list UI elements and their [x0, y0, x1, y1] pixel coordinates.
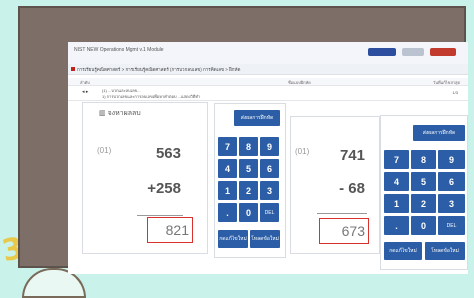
difference-line: [317, 213, 367, 214]
site-title: NIST NEW Operations Mgmt v.1 Module: [74, 47, 164, 53]
prev-next-arrows[interactable]: ◂ ▸: [82, 89, 88, 95]
submit-button[interactable]: ส่งผลการฝึกหัด: [413, 125, 465, 141]
key-3[interactable]: 3: [438, 194, 465, 213]
clear-button[interactable]: กดแก้ไขใหม่: [384, 242, 422, 260]
new-question-button[interactable]: โหลดข้อใหม่: [250, 230, 280, 248]
key-7[interactable]: 7: [384, 150, 409, 169]
col-last-edit: วันที่แก้ไขล่าสุด: [433, 80, 461, 85]
operand-1: 563: [155, 145, 181, 162]
exercise-left-panel: ▥ จงหาผลลบ (01) 563 +258 821: [82, 102, 208, 254]
table-row[interactable]: ◂ ▸ (1) ...บวกและลบเลข... 1) การบวกเลขแล…: [68, 86, 468, 101]
key-5[interactable]: 5: [239, 159, 258, 178]
sum-line: [137, 215, 183, 216]
key-dot[interactable]: .: [218, 203, 237, 222]
header-chip-red[interactable]: [368, 48, 396, 56]
key-1[interactable]: 1: [218, 181, 237, 200]
answer-box[interactable]: 821: [147, 217, 193, 243]
operand-2: +258: [147, 180, 181, 197]
exercise-index: (01): [97, 146, 112, 155]
key-0[interactable]: 0: [239, 203, 258, 222]
browser-header: NIST NEW Operations Mgmt v.1 Module: [68, 42, 468, 65]
submit-button[interactable]: ส่งผลการฝึกหัด: [234, 110, 280, 126]
row-line-2: 1) การบวกเลขและการลบเลขเพื่อหาคำตอบ ...แ…: [102, 94, 201, 99]
header-chip-gray[interactable]: [402, 48, 424, 56]
key-0[interactable]: 0: [411, 216, 436, 235]
key-6[interactable]: 6: [260, 159, 279, 178]
key-2[interactable]: 2: [239, 181, 258, 200]
header-chip-red2[interactable]: [430, 48, 456, 56]
col-number: ลำดับ: [80, 80, 90, 85]
exercise-heading: ▥ จงหาผลลบ: [99, 110, 141, 117]
page-number: 1/3: [452, 90, 458, 95]
key-5[interactable]: 5: [411, 172, 436, 191]
key-2[interactable]: 2: [411, 194, 436, 213]
monitor-frame: NIST NEW Operations Mgmt v.1 Module การเ…: [18, 6, 468, 274]
answer-box[interactable]: 673: [319, 218, 369, 244]
screen: NIST NEW Operations Mgmt v.1 Module การเ…: [68, 42, 468, 274]
breadcrumb[interactable]: การเรียนรู้คณิตศาสตร์ > การเรียนรู้คณิตศ…: [77, 66, 240, 73]
key-dot[interactable]: .: [384, 216, 409, 235]
keypad-left: ส่งผลการฝึกหัด 7 8 9 4 5 6 1 2 3 . 0 DEL…: [214, 103, 286, 258]
key-4[interactable]: 4: [384, 172, 409, 191]
clear-button[interactable]: กดแก้ไขใหม่: [218, 230, 248, 248]
new-question-button[interactable]: โหลดข้อใหม่: [425, 242, 465, 260]
key-8[interactable]: 8: [239, 137, 258, 156]
key-9[interactable]: 9: [438, 150, 465, 169]
exercise-index: (01): [295, 147, 310, 156]
key-4[interactable]: 4: [218, 159, 237, 178]
operand-1: 741: [339, 147, 365, 164]
key-9[interactable]: 9: [260, 137, 279, 156]
col-exercise-name: ชื่อแบบฝึกหัด: [288, 80, 311, 85]
key-delete[interactable]: DEL: [260, 203, 279, 222]
breadcrumb-bar: การเรียนรู้คณิตศาสตร์ > การเรียนรู้คณิตศ…: [68, 64, 468, 75]
table-header: ลำดับ ชื่อแบบฝึกหัด วันที่แก้ไขล่าสุด: [68, 78, 468, 86]
operand-2: - 68: [339, 180, 365, 197]
key-6[interactable]: 6: [438, 172, 465, 191]
key-7[interactable]: 7: [218, 137, 237, 156]
key-3[interactable]: 3: [260, 181, 279, 200]
keypad-right: ส่งผลการฝึกหัด 7 8 9 4 5 6 1 2 3 . 0 DEL…: [380, 115, 468, 270]
exercise-right-panel: (01) 741 - 68 673: [290, 116, 380, 254]
key-delete[interactable]: DEL: [438, 216, 465, 235]
key-8[interactable]: 8: [411, 150, 436, 169]
nav-marker: [71, 67, 75, 71]
key-1[interactable]: 1: [384, 194, 409, 213]
